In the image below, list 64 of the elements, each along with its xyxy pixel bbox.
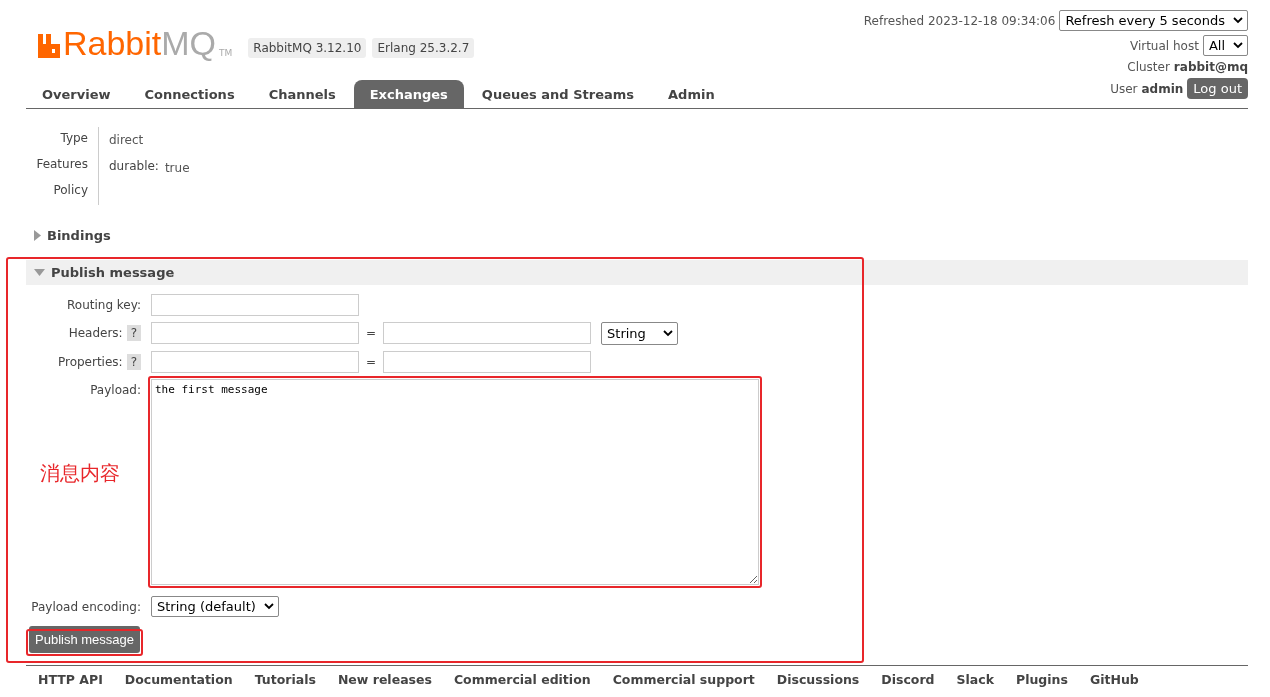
refresh-select[interactable]: Refresh every 5 seconds: [1059, 10, 1248, 31]
nav-tab[interactable]: Exchanges: [353, 80, 464, 108]
footer-link[interactable]: Plugins: [1016, 672, 1068, 687]
nav-tab[interactable]: Connections: [128, 80, 251, 108]
field-label: Payload encoding:: [31, 600, 141, 614]
nav-tab[interactable]: Overview: [26, 80, 127, 108]
publish-button[interactable]: Publish message: [29, 626, 140, 653]
property-key-field[interactable]: [151, 351, 359, 373]
help-badge[interactable]: ?: [126, 325, 141, 341]
user-label: User: [1110, 81, 1138, 96]
chevron-down-icon: [263, 603, 274, 610]
publish-header[interactable]: Publish message: [26, 260, 1248, 285]
detail-value: direct: [109, 132, 144, 149]
field-label: Routing key:: [67, 298, 141, 312]
detail-label: Features: [35, 156, 89, 173]
field-label: Headers:: [68, 326, 123, 340]
nav-tab[interactable]: Channels: [252, 80, 352, 108]
footer-link[interactable]: Slack: [956, 672, 994, 687]
detail-value: true: [164, 160, 190, 177]
footer-link[interactable]: Commercial support: [612, 672, 755, 687]
footer-link[interactable]: GitHub: [1089, 672, 1139, 687]
chevron-down-icon: [1233, 42, 1243, 49]
footer-link[interactable]: Documentation: [124, 672, 233, 687]
cluster-label: Cluster: [1127, 60, 1170, 74]
detail-key: durable:: [109, 155, 159, 177]
equals-sign: =: [366, 354, 377, 371]
footer-link[interactable]: Discussions: [776, 672, 860, 687]
equals-sign: =: [366, 325, 377, 342]
detail-label: Policy: [52, 182, 89, 199]
field-label: Properties:: [57, 355, 123, 369]
cluster-name: rabbit@mq: [1173, 60, 1248, 74]
detail-label: Type: [59, 130, 89, 147]
version-badge: Erlang 25.3.2.7: [372, 38, 475, 58]
footer-link[interactable]: Commercial edition: [453, 672, 591, 687]
refreshed-text: Refreshed 2023-12-18 09:34:06: [863, 13, 1056, 28]
property-value-field[interactable]: [383, 351, 592, 373]
trademark-text: TM: [219, 48, 233, 58]
header-type-select[interactable]: String: [601, 322, 679, 345]
user-name: admin: [1141, 81, 1184, 96]
routing-key-field[interactable]: [151, 294, 359, 316]
help-badge[interactable]: ?: [126, 354, 141, 370]
nav-tab[interactable]: Admin: [652, 80, 731, 108]
footer-link[interactable]: Discord: [881, 672, 935, 687]
logo-text: Rabbit: [63, 28, 162, 58]
triangle-down-icon: [34, 269, 45, 276]
header-value-field[interactable]: [383, 322, 592, 344]
chevron-down-icon: [1233, 17, 1243, 24]
payload-field[interactable]: the first message: [151, 379, 759, 585]
nav-tab[interactable]: Queues and Streams: [465, 80, 651, 108]
footer-link[interactable]: Tutorials: [254, 672, 316, 687]
annotation-label: 消息内容: [40, 460, 120, 487]
virtual-host-label: Virtual host: [1129, 38, 1199, 53]
chevron-down-icon: [663, 330, 674, 337]
virtual-host-select[interactable]: All: [1202, 35, 1248, 56]
footer-link[interactable]: HTTP API: [38, 672, 103, 687]
bindings-header[interactable]: Bindings: [26, 223, 1248, 248]
version-badge: RabbitMQ 3.12.10: [248, 38, 367, 58]
rabbit-logo-icon: [38, 34, 60, 58]
field-label: Payload:: [90, 383, 141, 397]
header-key-field[interactable]: [151, 322, 359, 344]
footer-link[interactable]: New releases: [337, 672, 432, 687]
encoding-select[interactable]: String (default): [151, 596, 279, 617]
logout-button[interactable]: Log out: [1187, 78, 1248, 99]
triangle-right-icon: [34, 230, 41, 241]
